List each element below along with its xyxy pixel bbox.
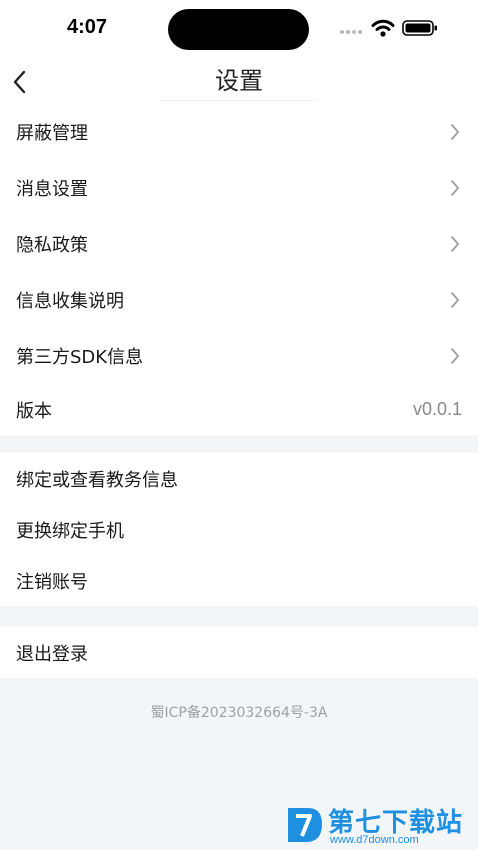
account-group: 绑定或查看教务信息 更换绑定手机 注销账号 <box>0 453 478 606</box>
chevron-right-icon <box>451 236 459 252</box>
settings-item-label: 隐私政策 <box>16 235 88 256</box>
nav-bar: 设置 <box>0 58 478 106</box>
wifi-icon <box>371 19 395 37</box>
account-item-label: 注销账号 <box>16 571 88 593</box>
chevron-right-icon <box>451 124 459 140</box>
account-item-academic-info[interactable]: 绑定或查看教务信息 <box>0 453 478 504</box>
status-bar: 4:07 <box>0 0 478 58</box>
page-title: 设置 <box>160 62 318 101</box>
watermark-logo-icon <box>288 808 322 842</box>
watermark-url: www.d7down.com <box>330 834 419 846</box>
settings-item-label: 信息收集说明 <box>16 291 124 312</box>
settings-item-label: 第三方SDK信息 <box>16 347 144 368</box>
settings-item-privacy-policy[interactable]: 隐私政策 <box>0 216 478 272</box>
battery-icon <box>402 20 437 36</box>
status-time: 4:07 <box>67 16 108 38</box>
logout-label: 退出登录 <box>16 643 88 665</box>
version-value: v0.0.1 <box>412 399 462 419</box>
settings-item-block-management[interactable]: 屏蔽管理 <box>0 104 478 160</box>
settings-group: 屏蔽管理 消息设置 隐私政策 信息收集说明 第三方SDK信息 版本 v0.0.1 <box>0 104 478 435</box>
settings-item-label: 消息设置 <box>16 179 88 200</box>
cellular-signal-icon <box>340 30 364 49</box>
back-button[interactable] <box>6 66 32 98</box>
settings-item-label: 屏蔽管理 <box>16 123 88 144</box>
chevron-right-icon <box>451 348 459 364</box>
site-watermark: 第七下载站 www.d7down.com <box>282 800 478 850</box>
settings-item-version: 版本 v0.0.1 <box>0 384 478 435</box>
account-item-change-phone[interactable]: 更换绑定手机 <box>0 504 478 555</box>
chevron-right-icon <box>451 180 459 196</box>
account-item-label: 绑定或查看教务信息 <box>16 469 178 491</box>
chevron-right-icon <box>451 292 459 308</box>
account-item-label: 更换绑定手机 <box>16 520 124 542</box>
settings-item-message-settings[interactable]: 消息设置 <box>0 160 478 216</box>
settings-item-info-collection[interactable]: 信息收集说明 <box>0 272 478 328</box>
version-label: 版本 <box>16 400 52 422</box>
account-item-delete-account[interactable]: 注销账号 <box>0 555 478 606</box>
dynamic-island <box>168 9 309 50</box>
chevron-left-icon <box>13 70 26 94</box>
settings-item-third-party-sdk[interactable]: 第三方SDK信息 <box>0 328 478 384</box>
logout-group: 退出登录 <box>0 627 478 678</box>
icp-license-text: 蜀ICP备2023032664号-3A <box>150 705 328 721</box>
logout-button[interactable]: 退出登录 <box>0 627 478 678</box>
